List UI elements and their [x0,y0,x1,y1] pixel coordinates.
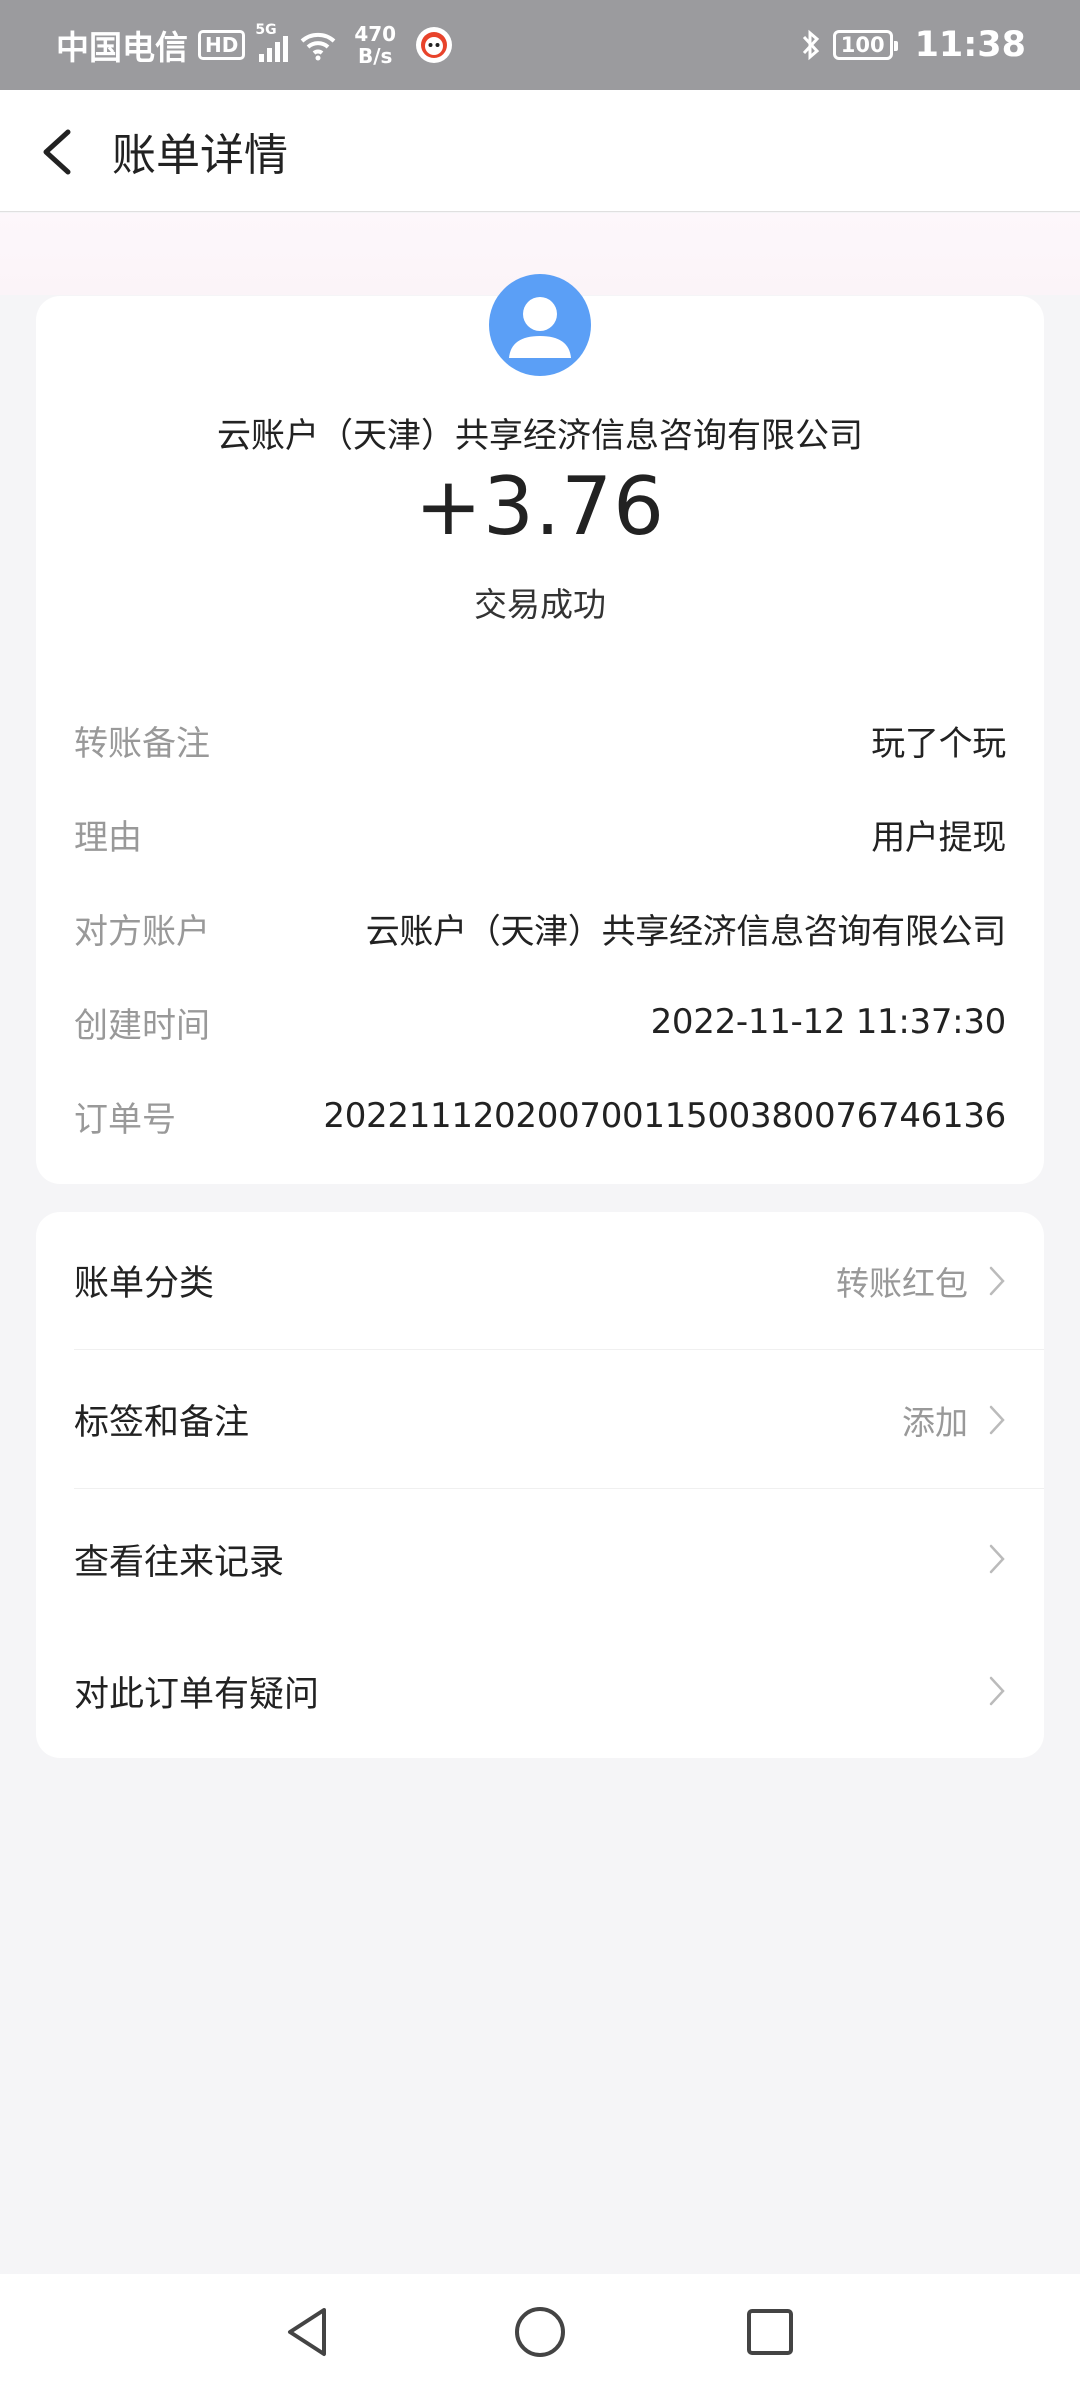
tags-notes-item[interactable]: 标签和备注 添加 [74,1351,1044,1489]
detail-value: 用户提现 [871,817,1006,858]
transaction-history-item[interactable]: 查看往来记录 [74,1490,1044,1628]
detail-label: 对方账户 [74,911,210,952]
chevron-right-icon [989,1544,1005,1574]
back-triangle-icon[interactable] [280,2304,336,2360]
signal-icon: 5G [255,22,289,62]
detail-value: 玩了个玩 [871,723,1006,764]
carrier-name: 中国电信 [56,28,188,67]
detail-label: 创建时间 [74,1005,210,1046]
clock: 11:38 [914,25,1026,65]
actions-card: 账单分类 转账红包 标签和备注 添加 查看往来记录 对此订单有疑问 [36,1212,1044,1758]
network-type: 5G [255,22,277,38]
detail-row-remark: 转账备注 玩了个玩 [74,710,1006,770]
avatar[interactable] [489,274,591,376]
wifi-icon [301,32,336,61]
chevron-right-icon [989,1676,1005,1706]
list-label: 账单分类 [74,1264,215,1304]
list-label: 对此订单有疑问 [74,1674,320,1715]
detail-label: 订单号 [74,1099,176,1140]
detail-row-counterparty-account: 对方账户 云账户（天津）共享经济信息咨询有限公司 [74,898,1006,958]
order-question-item[interactable]: 对此订单有疑问 [74,1622,1044,1760]
recents-square-icon[interactable] [742,2304,798,2360]
battery-icon: 100 [832,30,898,60]
detail-label: 转账备注 [74,723,210,764]
list-value: 转账红包 [836,1263,968,1303]
chevron-right-icon [989,1266,1005,1295]
transaction-card: 云账户（天津）共享经济信息咨询有限公司 +3.76 交易成功 转账备注 玩了个玩… [36,274,1044,1184]
bill-category-item[interactable]: 账单分类 转账红包 [74,1212,1044,1350]
hd-badge: HD [198,30,246,60]
app-notification-icon [416,27,453,63]
detail-value[interactable]: 20221112020070011500380076746136 [323,1096,1006,1136]
network-speed: 470 B/s [354,22,397,68]
detail-value: 云账户（天津）共享经济信息咨询有限公司 [365,911,1007,952]
detail-label: 理由 [74,817,142,858]
system-nav-bar [0,2274,1080,2388]
detail-row-order-number: 订单号 20221112020070011500380076746136 [74,1086,1006,1146]
bluetooth-icon [802,29,819,61]
page-title: 账单详情 [112,129,288,181]
chevron-left-icon[interactable] [38,126,78,178]
list-label: 标签和备注 [74,1403,250,1443]
detail-row-reason: 理由 用户提现 [74,804,1006,864]
chevron-right-icon [989,1405,1005,1434]
detail-value: 2022-11-12 11:37:30 [650,1002,1007,1042]
counterparty-name: 云账户（天津）共享经济信息咨询有限公司 [217,416,863,456]
home-circle-icon[interactable] [512,2304,568,2360]
page-header: 账单详情 [0,90,1080,212]
detail-row-created-time: 创建时间 2022-11-12 11:37:30 [74,992,1006,1052]
list-label: 查看往来记录 [74,1542,285,1583]
transaction-status: 交易成功 [474,585,606,624]
user-icon [509,297,571,358]
list-value: 添加 [902,1402,968,1442]
status-bar: 中国电信 HD 5G 470 B/s 100 11:38 [0,0,1080,90]
transaction-amount: +3.76 [414,460,666,553]
